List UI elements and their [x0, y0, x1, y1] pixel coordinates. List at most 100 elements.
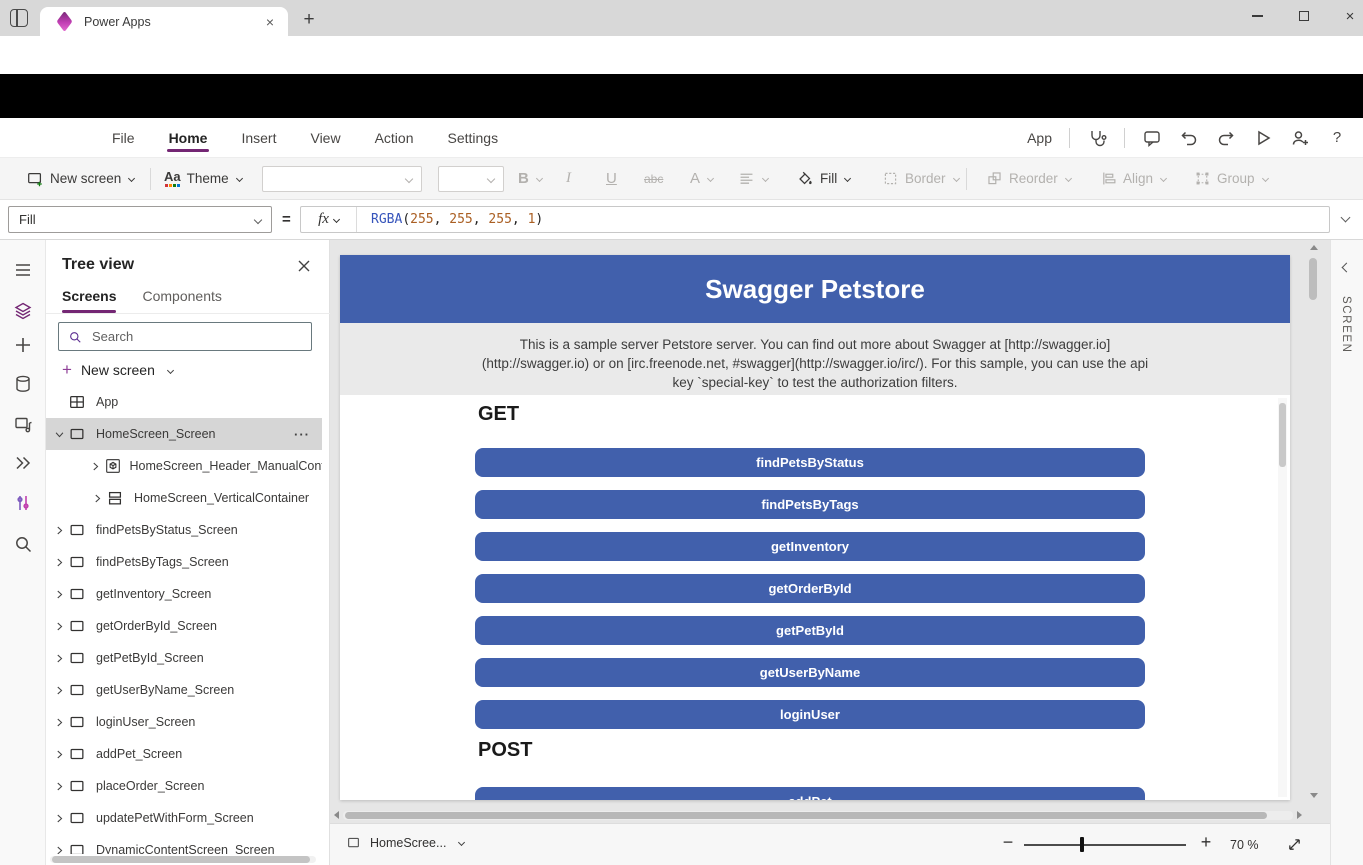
share-person-icon[interactable] [1290, 128, 1310, 148]
panel-tab[interactable]: Screens [62, 288, 116, 313]
browser-tab[interactable]: Power Apps × [40, 7, 288, 36]
search-icon[interactable] [13, 534, 33, 554]
chevron-icon[interactable] [50, 717, 68, 728]
tree-search-box[interactable] [58, 322, 312, 351]
tree-item[interactable]: findPetsByTags_Screen ··· [46, 546, 322, 578]
chevron-icon[interactable] [50, 621, 68, 632]
app-gallery-scrollbar[interactable] [1278, 398, 1287, 797]
tree-item[interactable]: getOrderById_Screen ··· [46, 610, 322, 642]
chevron-icon[interactable] [50, 813, 68, 824]
screen-selector[interactable]: HomeScree... [346, 835, 464, 850]
chevron-icon[interactable] [88, 461, 104, 472]
align-button[interactable]: Align [1100, 158, 1166, 199]
text-align-button[interactable] [738, 158, 768, 199]
more-options-icon[interactable]: ··· [294, 427, 310, 442]
close-panel-icon[interactable] [296, 258, 312, 274]
api-button[interactable]: getPetById [475, 616, 1145, 645]
comments-icon[interactable] [1142, 128, 1162, 148]
chevron-icon[interactable] [50, 845, 68, 855]
zoom-slider-track[interactable] [1024, 844, 1186, 846]
workspaces-icon[interactable] [10, 9, 28, 27]
tree-item[interactable]: placeOrder_Screen ··· [46, 770, 322, 802]
zoom-slider-handle[interactable] [1080, 837, 1084, 852]
window-close-button[interactable]: × [1330, 0, 1363, 32]
new-tab-button[interactable]: + [296, 8, 322, 32]
menu-item[interactable]: Settings [446, 121, 501, 155]
menu-item[interactable]: Insert [239, 121, 278, 155]
tree-item[interactable]: getUserByName_Screen ··· [46, 674, 322, 706]
zoom-out-button[interactable]: − [998, 832, 1018, 853]
menu-item[interactable]: View [308, 121, 342, 155]
fx-dropdown[interactable]: fx [301, 207, 357, 232]
chevron-icon[interactable] [88, 493, 106, 504]
font-family-dropdown[interactable] [262, 166, 422, 192]
menu-item[interactable]: File [110, 121, 137, 155]
tree-item[interactable]: findPetsByStatus_Screen ··· [46, 514, 322, 546]
insert-plus-icon[interactable] [13, 335, 33, 355]
tree-item[interactable]: App ··· [46, 386, 322, 418]
property-dropdown[interactable]: Fill [8, 206, 272, 233]
api-button[interactable]: addPet [475, 787, 1145, 800]
theme-button[interactable]: Aa Theme [164, 158, 242, 199]
menu-item[interactable]: Action [373, 121, 416, 155]
italic-button[interactable]: I [566, 158, 571, 199]
tree-item[interactable]: addPet_Screen ··· [46, 738, 322, 770]
tree-item[interactable]: HomeScreen_Header_ManualContainer ··· [46, 450, 322, 482]
bold-button[interactable]: B [518, 158, 542, 199]
font-color-button[interactable]: A [690, 158, 713, 199]
app-scope-label[interactable]: App [1027, 130, 1052, 146]
tree-item[interactable]: HomeScreen_VerticalContainer ··· [46, 482, 322, 514]
api-button[interactable]: findPetsByStatus [475, 448, 1145, 477]
media-icon[interactable] [13, 414, 33, 434]
data-icon[interactable] [13, 374, 33, 394]
window-maximize-button[interactable] [1284, 0, 1324, 32]
help-icon[interactable]: ? [1327, 128, 1347, 148]
window-minimize-button[interactable] [1237, 0, 1277, 32]
underline-button[interactable]: U [606, 158, 617, 199]
menu-item[interactable]: Home [167, 121, 210, 155]
api-button[interactable]: getInventory [475, 532, 1145, 561]
hamburger-menu-icon[interactable] [13, 260, 33, 280]
chevron-icon[interactable] [50, 525, 68, 536]
api-button[interactable]: loginUser [475, 700, 1145, 729]
undo-icon[interactable] [1179, 128, 1199, 148]
screen-rail-label[interactable]: SCREEN [1340, 296, 1352, 354]
chevron-icon[interactable] [50, 557, 68, 568]
chevron-icon[interactable] [50, 589, 68, 600]
tree-view-icon[interactable] [13, 301, 33, 321]
zoom-percentage[interactable]: 70 % [1230, 838, 1259, 852]
app-screen[interactable]: Swagger Petstore This is a sample server… [340, 255, 1290, 800]
api-button[interactable]: getOrderById [475, 574, 1145, 603]
expand-panel-icon[interactable] [1342, 263, 1352, 273]
chevron-icon[interactable] [50, 653, 68, 664]
chevron-icon[interactable] [50, 749, 68, 760]
chevron-icon[interactable] [50, 429, 68, 440]
tree-item[interactable]: loginUser_Screen ··· [46, 706, 322, 738]
formula-text[interactable]: RGBA(255, 255, 255, 1) [357, 212, 543, 227]
app-title-banner[interactable]: Swagger Petstore [340, 255, 1290, 323]
power-automate-icon[interactable] [13, 453, 33, 473]
zoom-in-button[interactable]: + [1196, 832, 1216, 853]
tree-horizontal-scrollbar[interactable] [50, 856, 316, 863]
api-button[interactable]: getUserByName [475, 658, 1145, 687]
fit-to-window-icon[interactable] [1286, 836, 1303, 853]
font-size-dropdown[interactable] [438, 166, 504, 192]
tree-item[interactable]: HomeScreen_Screen ··· [46, 418, 322, 450]
chevron-icon[interactable] [50, 781, 68, 792]
canvas-horizontal-scrollbar[interactable] [330, 808, 1306, 822]
reorder-button[interactable]: Reorder [986, 158, 1071, 199]
chevron-icon[interactable] [50, 685, 68, 696]
app-checker-icon[interactable] [1087, 128, 1107, 148]
canvas-vertical-scrollbar[interactable] [1307, 243, 1320, 808]
group-button[interactable]: Group [1194, 158, 1268, 199]
preview-play-icon[interactable] [1253, 128, 1273, 148]
new-screen-button[interactable]: + New screen [62, 362, 173, 378]
search-input[interactable] [90, 328, 302, 345]
tree-item[interactable]: getInventory_Screen ··· [46, 578, 322, 610]
tab-close-icon[interactable]: × [262, 14, 278, 30]
new-screen-button[interactable]: New screen [26, 158, 134, 199]
tree-item[interactable]: DynamicContentScreen_Screen ··· [46, 834, 322, 854]
advanced-tools-icon[interactable] [13, 493, 33, 513]
api-button[interactable]: findPetsByTags [475, 490, 1145, 519]
tree-item[interactable]: getPetById_Screen ··· [46, 642, 322, 674]
